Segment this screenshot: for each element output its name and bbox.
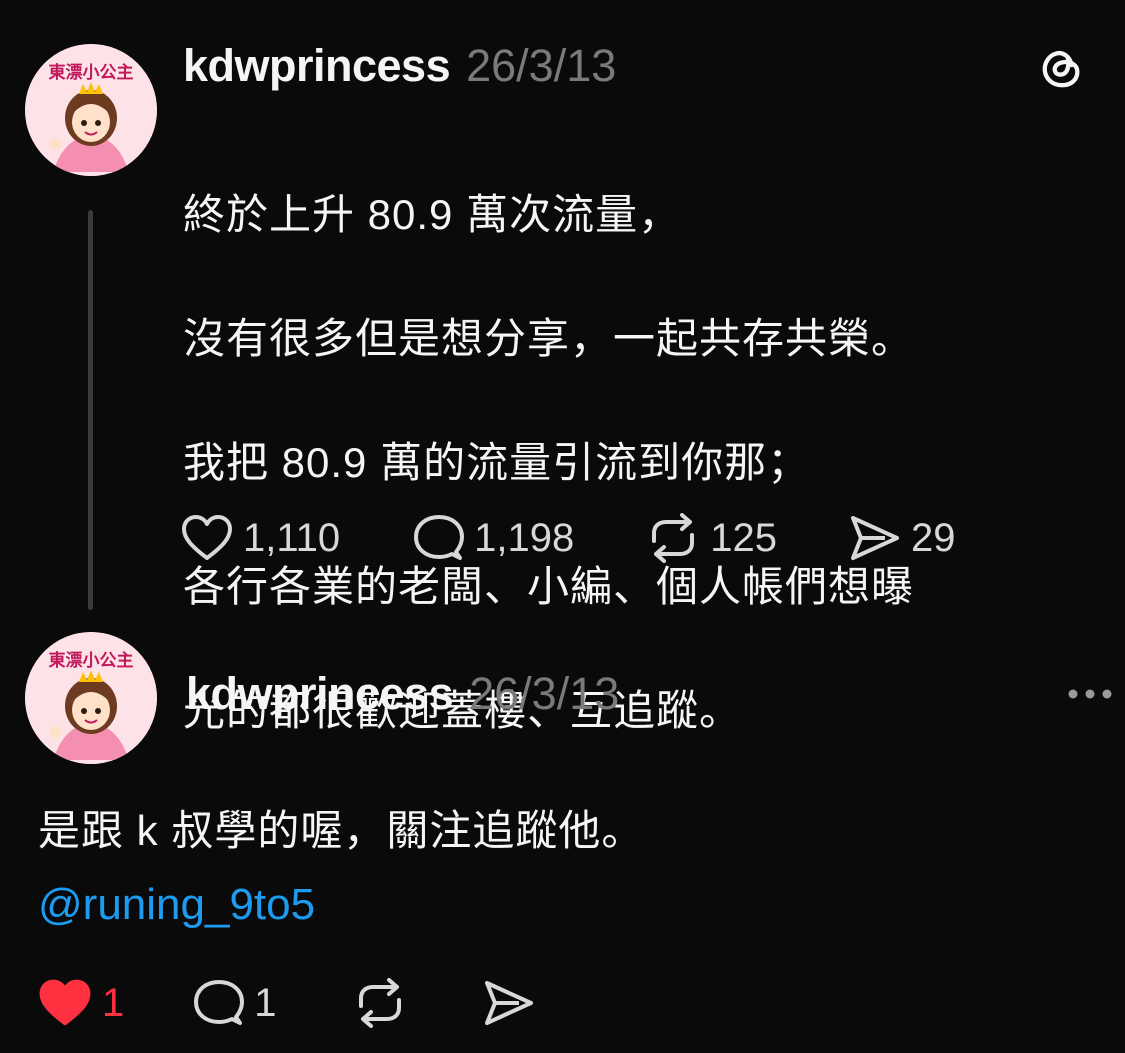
repost-icon [652, 513, 695, 563]
avatar[interactable]: 東漂小公主 [25, 44, 157, 176]
like-button[interactable]: 1 [38, 978, 124, 1028]
reply-text: 是跟 k 叔學的喔，關注追蹤他。 [38, 807, 645, 854]
heart-icon [39, 979, 91, 1026]
post-line: 各行各業的老闆、小編、個人帳們想曝 [183, 563, 915, 610]
username[interactable]: kdwprincess [186, 668, 454, 720]
reply-count: 1 [254, 980, 277, 1025]
post-date[interactable]: 26/3/13 [466, 40, 616, 92]
post-actions: 1,110 1,198 125 29 [181, 513, 956, 563]
reply-count: 1,198 [474, 515, 575, 560]
share-count: 29 [911, 515, 956, 560]
share-button[interactable]: 29 [849, 514, 956, 562]
repost-button[interactable] [353, 978, 407, 1028]
comment-icon [414, 515, 465, 560]
repost-icon [358, 978, 401, 1028]
post-line: 終於上升 80.9 萬次流量， [183, 191, 682, 238]
like-count: 1 [102, 980, 125, 1025]
comment-icon [194, 980, 245, 1025]
like-count: 1,110 [243, 515, 341, 560]
post-line: 我把 80.9 萬的流量引流到你那； [183, 439, 811, 486]
reply-date[interactable]: 26/3/13 [469, 668, 619, 720]
username[interactable]: kdwprincess [183, 40, 451, 92]
threads-logo-icon[interactable] [1039, 44, 1085, 90]
mention-link[interactable]: @runing_9to5 [38, 880, 315, 930]
more-horizontal-icon[interactable] [1067, 688, 1113, 700]
reply-actions: 1 1 [38, 978, 535, 1028]
like-button[interactable]: 1,110 [181, 514, 340, 562]
share-button[interactable] [483, 979, 535, 1027]
reply-button[interactable]: 1,198 [412, 514, 574, 562]
reply-button[interactable]: 1 [192, 979, 277, 1027]
share-icon [484, 981, 533, 1025]
thread-connector-line [88, 210, 93, 610]
repost-button[interactable]: 125 [646, 513, 777, 563]
avatar[interactable]: 東漂小公主 [25, 632, 157, 764]
post-line: 沒有很多但是想分享，一起共存共榮。 [183, 315, 915, 362]
heart-icon [182, 515, 232, 560]
reply-header: kdwprincess 26/3/13 [186, 668, 619, 720]
post-header: kdwprincess 26/3/13 [183, 40, 616, 92]
share-icon [851, 516, 899, 560]
avatar-text: 東漂小公主 [48, 651, 134, 670]
avatar-text: 東漂小公主 [48, 63, 134, 82]
repost-count: 125 [710, 515, 777, 560]
